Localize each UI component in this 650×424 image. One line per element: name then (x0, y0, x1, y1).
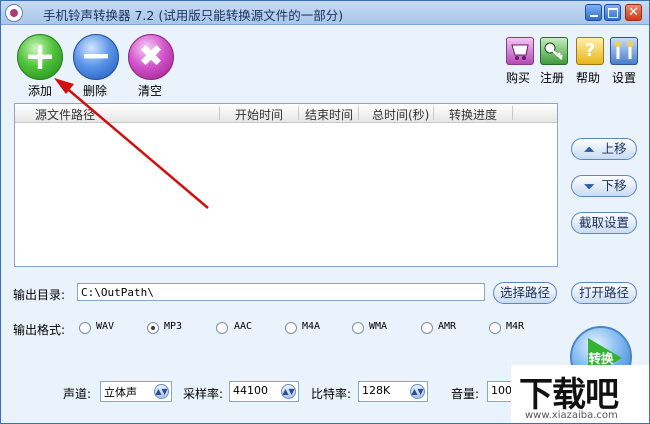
choose-path-button[interactable]: 选择路径 (493, 282, 557, 304)
delete-label: 删除 (83, 84, 108, 98)
open-path-button[interactable]: 打开路径 (571, 282, 637, 304)
settings-icon[interactable] (610, 37, 638, 65)
format-label-mp3: MP3 (164, 321, 183, 332)
clear-label: 清空 (138, 84, 163, 98)
format-radio-amr[interactable] (421, 322, 433, 334)
cart-icon[interactable] (506, 37, 534, 65)
column-divider (433, 106, 434, 120)
column-divider (358, 106, 359, 120)
format-radio-wav[interactable] (79, 322, 91, 334)
bitrate-select[interactable]: 128K ▲▼ (358, 381, 428, 402)
window-title: 手机铃声转换器 7.2 (试用版只能转换源文件的一部分) (43, 8, 344, 23)
column-divider (512, 106, 513, 120)
delete-button[interactable]: − (73, 34, 119, 80)
channel-value: 立体声 (104, 386, 137, 399)
column-divider (219, 106, 220, 120)
format-label-m4a: M4A (302, 321, 321, 332)
title-bar[interactable]: 手机铃声转换器 7.2 (试用版只能转换源文件的一部分) ✕ (1, 1, 649, 25)
tools-glyph (615, 41, 633, 59)
watermark-text: 下载吧 (519, 375, 619, 415)
output-format-label: 输出格式: (13, 323, 66, 337)
sample-rate-value: 44100 (233, 384, 268, 397)
plus-icon: + (24, 34, 56, 78)
add-label: 添加 (28, 84, 53, 98)
close-button[interactable]: ✕ (625, 4, 642, 21)
app-icon (5, 4, 23, 22)
format-label-m4r: M4R (506, 321, 525, 332)
format-radio-mp3[interactable] (147, 322, 159, 334)
key-icon[interactable] (540, 37, 568, 65)
move-down-button[interactable]: ⏷ 下移 (571, 175, 637, 197)
list-header: 源文件路径 开始时间 结束时间 总时间(秒) 转换进度 (15, 104, 557, 123)
settings-label: 设置 (612, 71, 637, 85)
x-icon: ✖ (138, 39, 164, 74)
col-progress[interactable]: 转换进度 (449, 106, 497, 123)
clear-button[interactable]: ✖ (128, 34, 174, 80)
col-start-time[interactable]: 开始时间 (235, 106, 283, 123)
minus-icon: − (80, 33, 112, 77)
maximize-button[interactable] (604, 4, 621, 21)
format-label-aac: AAC (234, 321, 253, 332)
col-source-path[interactable]: 源文件路径 (35, 106, 95, 123)
move-up-button[interactable]: ⏶ 上移 (571, 138, 637, 160)
double-chevron-down-icon: ⏷ (584, 180, 595, 195)
format-radio-m4r[interactable] (489, 322, 501, 334)
help-icon[interactable]: ? (576, 37, 604, 65)
sample-rate-label: 采样率: (183, 387, 224, 401)
channel-label: 声道: (63, 387, 92, 401)
format-radio-aac[interactable] (216, 322, 228, 334)
format-label-amr: AMR (438, 321, 457, 332)
bitrate-label: 比特率: (311, 387, 352, 401)
format-radio-m4a[interactable] (285, 322, 297, 334)
help-label: 帮助 (576, 71, 601, 85)
double-chevron-up-icon: ⏶ (584, 143, 595, 158)
format-label-wma: WMA (369, 321, 388, 332)
key-glyph (544, 42, 563, 60)
question-icon: ? (584, 40, 596, 61)
watermark: 下载吧 www.xiazaiba.com (511, 365, 649, 423)
chevron-down-icon: ▲▼ (154, 384, 169, 399)
minimize-button[interactable] (585, 4, 602, 21)
watermark-url: www.xiazaiba.com (525, 410, 618, 421)
chevron-down-icon: ▲▼ (410, 384, 425, 399)
file-list[interactable]: 源文件路径 开始时间 结束时间 总时间(秒) 转换进度 (14, 103, 558, 267)
buy-label: 购买 (506, 71, 531, 85)
col-end-time[interactable]: 结束时间 (305, 106, 353, 123)
app-window: 手机铃声转换器 7.2 (试用版只能转换源文件的一部分) ✕ + 添加 − 删除… (0, 0, 650, 424)
format-radio-wma[interactable] (352, 322, 364, 334)
close-icon: ✕ (628, 5, 639, 20)
column-divider (298, 106, 299, 120)
add-button[interactable]: + (17, 34, 63, 80)
format-label-wav: WAV (96, 321, 115, 332)
bitrate-value: 128K (362, 384, 391, 397)
clip-settings-button[interactable]: 截取设置 (571, 212, 637, 234)
channel-select[interactable]: 立体声 ▲▼ (100, 381, 172, 402)
sample-rate-select[interactable]: 44100 ▲▼ (229, 381, 299, 402)
register-label: 注册 (540, 71, 565, 85)
cart-glyph (511, 44, 529, 60)
output-dir-field[interactable] (77, 283, 485, 301)
output-dir-label: 输出目录: (13, 288, 66, 302)
col-total-time[interactable]: 总时间(秒) (372, 106, 429, 123)
chevron-down-icon: ▲▼ (281, 384, 296, 399)
volume-label: 音量: (451, 387, 480, 401)
